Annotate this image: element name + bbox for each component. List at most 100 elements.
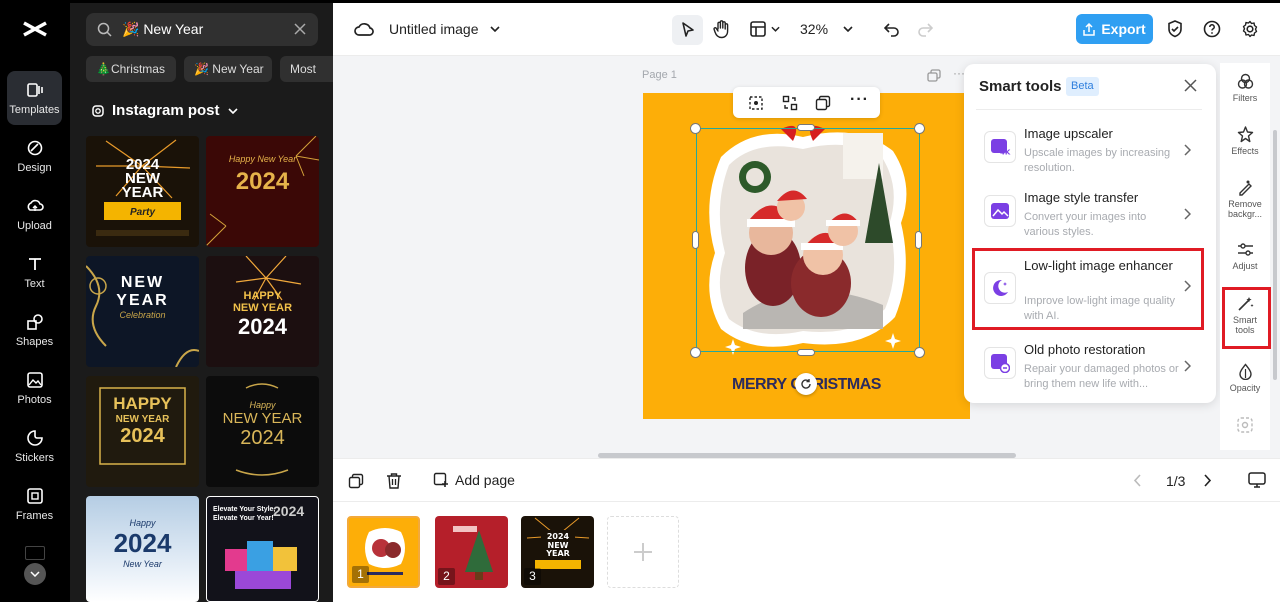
tool-image-style-transfer[interactable]: Image style transfer Convert your images… bbox=[974, 184, 1204, 248]
rail-item-upload[interactable]: Upload bbox=[7, 187, 62, 241]
rail-label: Templates bbox=[9, 103, 60, 116]
resize-handle[interactable] bbox=[690, 347, 701, 358]
chevron-right-icon bbox=[1184, 360, 1191, 372]
top-toolbar: Untitled image 32% Export bbox=[333, 3, 1280, 56]
cloud-icon[interactable] bbox=[354, 20, 374, 38]
layout-icon[interactable] bbox=[750, 21, 766, 37]
smart-tools-panel: Smart tools Beta 4K Image upscaler Upsca… bbox=[964, 64, 1216, 403]
filters-icon bbox=[1237, 73, 1253, 89]
shield-icon[interactable] bbox=[1167, 20, 1183, 38]
template-thumb[interactable]: NEW YEAR Celebration bbox=[86, 256, 199, 367]
zoom-level[interactable]: 32% bbox=[800, 21, 828, 37]
resize-handle[interactable] bbox=[914, 123, 925, 134]
template-thumb[interactable]: Happy New Year 2024 bbox=[206, 136, 319, 247]
duplicate-icon[interactable] bbox=[815, 95, 831, 111]
capcut-logo-icon[interactable] bbox=[21, 18, 49, 40]
resize-handle[interactable] bbox=[914, 347, 925, 358]
rail-label: Text bbox=[24, 277, 45, 290]
template-thumb[interactable]: Happy NEW YEAR 2024 bbox=[206, 376, 319, 487]
template-thumb[interactable]: 2024 NEW YEAR Party bbox=[86, 136, 199, 247]
tool-name: Image style transfer bbox=[1024, 190, 1139, 205]
design-page[interactable]: MERRY CHRISTMAS bbox=[643, 93, 970, 419]
upload-icon bbox=[27, 199, 44, 211]
hand-tool-icon[interactable] bbox=[713, 20, 731, 39]
vertical-scrollbar[interactable] bbox=[1273, 130, 1277, 380]
template-thumb[interactable]: Happy 2024 New Year bbox=[86, 496, 199, 602]
rail-filters[interactable]: Filters bbox=[1224, 73, 1266, 103]
resize-handle[interactable] bbox=[692, 231, 699, 249]
page-number: 2 bbox=[438, 568, 455, 585]
crop-select-icon[interactable] bbox=[748, 95, 764, 111]
duplicate-page-icon[interactable] bbox=[927, 69, 941, 82]
resize-handle[interactable] bbox=[797, 349, 815, 356]
thumb-text: HAPPY bbox=[243, 290, 282, 302]
chevron-down-icon[interactable] bbox=[843, 26, 853, 32]
help-icon[interactable] bbox=[1203, 20, 1221, 38]
chevron-right-icon[interactable] bbox=[1204, 474, 1212, 487]
template-thumb[interactable]: HAPPY NEW YEAR 2024 bbox=[86, 376, 199, 487]
resize-handle[interactable] bbox=[690, 123, 701, 134]
more-options-icon[interactable]: ··· bbox=[850, 91, 869, 109]
settings-gear-icon[interactable] bbox=[1241, 20, 1259, 38]
thumb-text: Happy bbox=[129, 518, 156, 528]
page-thumb-3[interactable]: 2024 NEW YEAR 3 bbox=[521, 516, 594, 588]
rail-item-design[interactable]: Design bbox=[7, 129, 62, 183]
rail-item-shapes[interactable]: Shapes bbox=[7, 303, 62, 357]
select-tool-button[interactable] bbox=[672, 15, 703, 45]
thumb-text: Happy New Year bbox=[228, 154, 297, 164]
rail-item-stickers[interactable]: Stickers bbox=[7, 419, 62, 473]
export-label: Export bbox=[1101, 21, 1146, 37]
rotate-handle[interactable] bbox=[795, 373, 817, 395]
rail-remove-background[interactable]: Remove backgr... bbox=[1224, 179, 1266, 219]
undo-icon[interactable] bbox=[884, 21, 900, 37]
chevron-left-icon[interactable] bbox=[1133, 474, 1141, 487]
rail-label: Adjust bbox=[1232, 261, 1258, 271]
resize-handle[interactable] bbox=[797, 124, 815, 131]
thumb-text: YEAR bbox=[121, 184, 164, 201]
rail-item-text[interactable]: Text bbox=[7, 245, 62, 299]
rail-opacity[interactable]: Opacity bbox=[1224, 363, 1266, 393]
present-screen-icon[interactable] bbox=[1248, 472, 1266, 488]
text-icon bbox=[28, 257, 41, 270]
search-value: 🎉 New Year bbox=[122, 21, 204, 37]
frames-icon bbox=[26, 487, 43, 504]
chevron-down-icon bbox=[30, 571, 40, 577]
rail-label: Upload bbox=[17, 219, 52, 232]
chip-most[interactable]: Most bbox=[280, 56, 333, 82]
export-button[interactable]: Export bbox=[1076, 14, 1153, 44]
more-apps-icon[interactable] bbox=[25, 546, 45, 560]
redo-icon[interactable] bbox=[917, 21, 933, 37]
new-page-button[interactable] bbox=[607, 516, 679, 588]
template-thumb[interactable]: HAPPY NEW YEAR 2024 bbox=[206, 256, 319, 367]
rail-adjust[interactable]: Adjust bbox=[1224, 241, 1266, 271]
chevron-down-icon[interactable] bbox=[771, 26, 780, 32]
tool-old-photo-restoration[interactable]: Old photo restoration Repair your damage… bbox=[974, 336, 1204, 400]
tool-image-upscaler[interactable]: 4K Image upscaler Upscale images by incr… bbox=[974, 120, 1204, 184]
rail-item-photos[interactable]: Photos bbox=[7, 361, 62, 415]
page-thumb-1[interactable]: 1 bbox=[347, 516, 420, 588]
left-rail: Templates Design Upload Text Shapes Phot… bbox=[0, 3, 70, 602]
animation-icon[interactable] bbox=[1236, 416, 1254, 434]
clear-search-icon[interactable] bbox=[294, 23, 306, 35]
rail-item-templates[interactable]: Templates bbox=[7, 71, 62, 125]
collapse-rail-button[interactable] bbox=[24, 563, 46, 585]
template-search-input[interactable]: 🎉 New Year bbox=[86, 13, 318, 46]
close-icon[interactable] bbox=[1184, 79, 1197, 92]
duplicate-page-icon[interactable] bbox=[348, 473, 364, 489]
rail-label: Remove backgr... bbox=[1227, 199, 1263, 219]
chip-christmas[interactable]: 🎄Christmas bbox=[86, 56, 176, 82]
page-thumb-2[interactable]: 2 bbox=[435, 516, 508, 588]
rail-item-frames[interactable]: Frames bbox=[7, 477, 62, 531]
svg-text:2024: 2024 bbox=[547, 532, 570, 541]
resize-handle[interactable] bbox=[915, 231, 922, 249]
chevron-down-icon[interactable] bbox=[490, 26, 500, 32]
template-thumb[interactable]: Elevate Your Style, Elevate Your Year! 2… bbox=[206, 496, 319, 602]
instagram-icon bbox=[92, 104, 104, 117]
section-header[interactable]: Instagram post bbox=[92, 102, 238, 119]
add-page-button[interactable]: Add page bbox=[433, 472, 515, 488]
replace-icon[interactable] bbox=[782, 95, 798, 111]
rail-effects[interactable]: Effects bbox=[1224, 126, 1266, 156]
chip-new-year[interactable]: 🎉 New Year bbox=[184, 56, 272, 82]
trash-icon[interactable] bbox=[386, 472, 402, 489]
document-title[interactable]: Untitled image bbox=[389, 21, 479, 37]
